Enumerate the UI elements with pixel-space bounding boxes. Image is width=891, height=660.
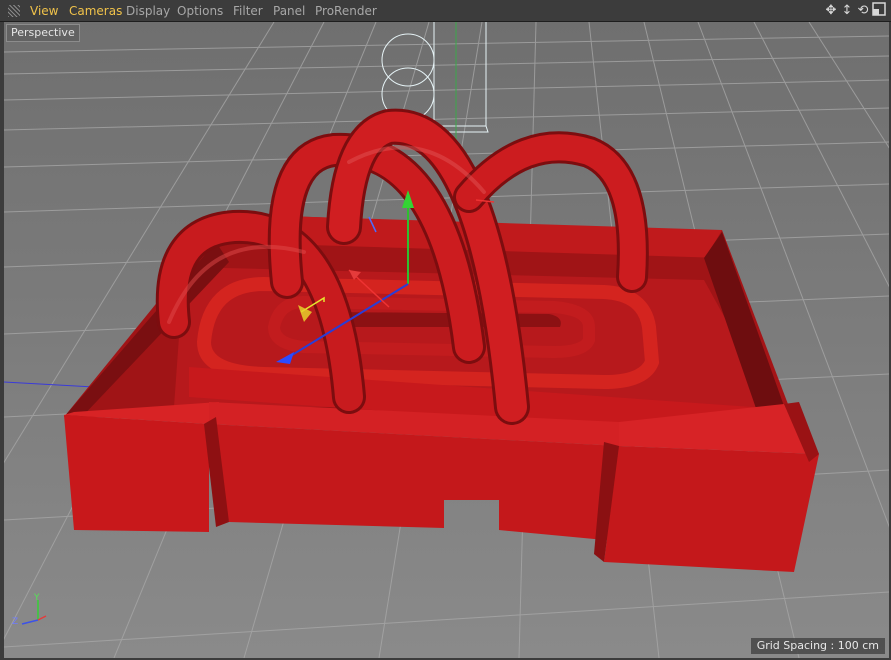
panel-grip-icon[interactable]	[8, 5, 20, 17]
viewport-menubar: View Cameras Display Options Filter Pane…	[0, 0, 891, 22]
menu-filter[interactable]: Filter	[233, 4, 263, 18]
viewport-nav-icons: ✥ ↕ ⟲	[825, 0, 891, 22]
axis-label-y: Y	[34, 593, 40, 603]
scene-canvas	[4, 22, 889, 658]
axis-label-z: Z	[12, 617, 19, 627]
menu-prorender[interactable]: ProRender	[315, 4, 377, 18]
menu-view[interactable]: View	[30, 4, 58, 18]
menu-cameras[interactable]: Cameras	[69, 4, 122, 18]
menu-options[interactable]: Options	[177, 4, 223, 18]
rotate-view-icon[interactable]: ⟲	[855, 2, 871, 20]
cinema4d-viewport-window: View Cameras Display Options Filter Pane…	[0, 0, 891, 660]
grid-spacing-readout: Grid Spacing : 100 cm	[750, 638, 885, 654]
move-view-icon[interactable]: ✥	[823, 2, 839, 20]
perspective-viewport[interactable]: Perspective Y Z Grid Spacing : 100 cm	[4, 22, 889, 658]
toggle-layout-icon[interactable]	[871, 2, 887, 20]
view-name-label[interactable]: Perspective	[6, 24, 80, 42]
menu-panel[interactable]: Panel	[273, 4, 305, 18]
zoom-view-icon[interactable]: ↕	[839, 2, 855, 20]
menu-display[interactable]: Display	[126, 4, 170, 18]
